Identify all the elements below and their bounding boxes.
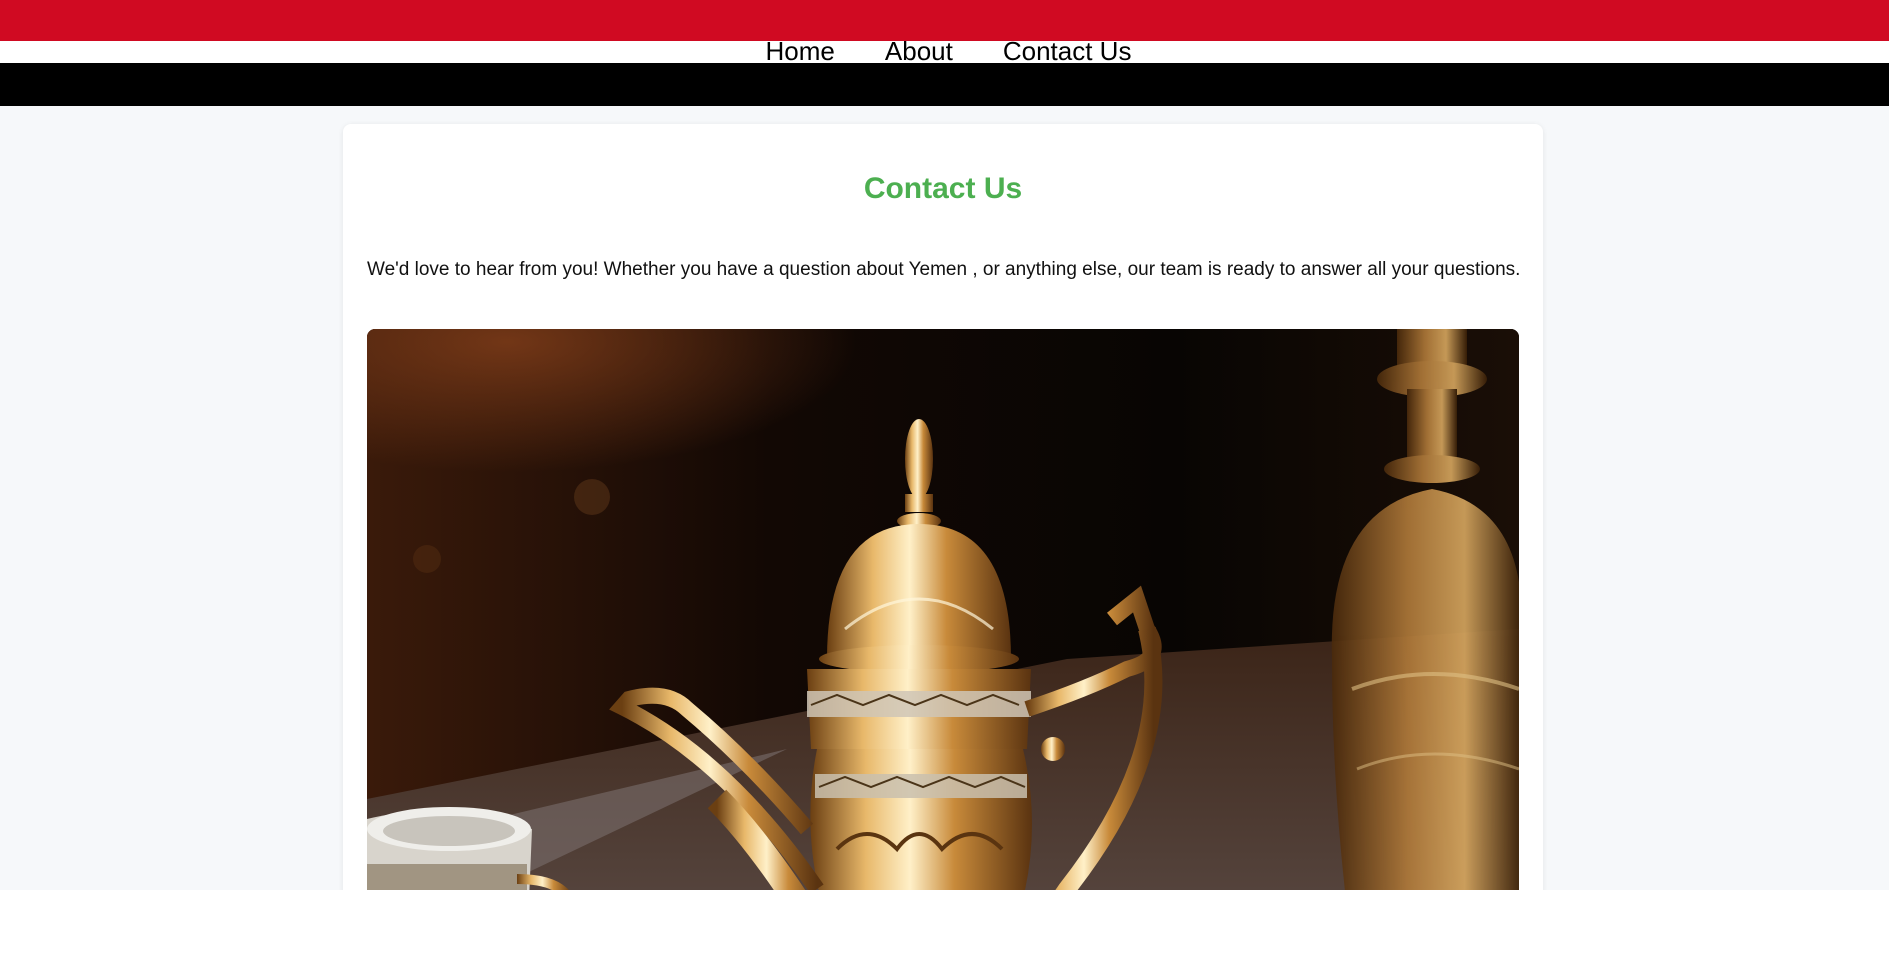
contact-intro-text: We'd love to hear from you! Whether you … bbox=[367, 259, 1521, 280]
contact-title: Contact Us bbox=[863, 172, 1023, 205]
header-red-stripe bbox=[0, 0, 1889, 41]
main-navigation: Home About Contact Us bbox=[0, 36, 1889, 66]
header-black-stripe bbox=[0, 63, 1889, 106]
coffee-pot-photo bbox=[367, 329, 1519, 890]
page-viewport: Home About Contact Us Contact Us We'd lo… bbox=[0, 0, 1889, 890]
contact-card: Contact Us We'd love to hear from you! W… bbox=[343, 124, 1543, 890]
nav-link-contact-us[interactable]: Contact Us bbox=[1003, 36, 1132, 66]
nav-link-about[interactable]: About bbox=[885, 36, 953, 66]
nav-link-home[interactable]: Home bbox=[766, 36, 835, 66]
